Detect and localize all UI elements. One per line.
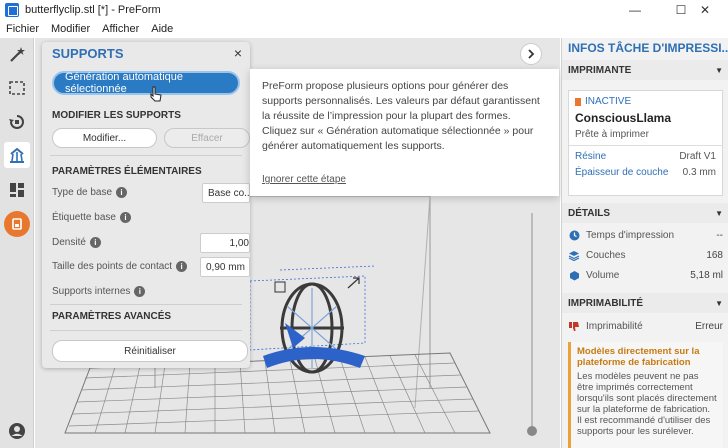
orient-icon[interactable] [4,109,30,135]
layers-label: Couches [586,249,626,261]
volume-value: 5,18 ml [690,269,723,281]
internal-supports-row: Supports internes i [52,286,146,297]
divider [569,145,722,146]
warning-box: Modèles directement sur la plateforme de… [568,342,723,448]
panel-title: SUPPORTS [52,46,124,61]
supports-icon[interactable] [4,142,30,168]
touchpoint-label: Taille des points de contact [52,261,173,272]
printer-status-label: INACTIVE [585,96,632,107]
account-icon[interactable] [4,418,30,444]
clock-icon [568,229,580,241]
close-button[interactable]: ✕ [682,0,728,20]
printability-label: Imprimabilité [586,320,643,332]
printer-name: ConsciousLlama [575,111,672,125]
density-input[interactable]: 1,00 [200,233,250,253]
status-dot-icon [575,97,581,106]
title-bar: butterflyclip.stl [*] - PreForm — ☐ ✕ [0,0,728,20]
layout-icon[interactable] [4,177,30,203]
erase-button[interactable]: Effacer [164,128,250,148]
info-icon[interactable]: i [119,212,131,223]
info-icon[interactable]: i [89,237,101,248]
layers-icon [568,249,580,261]
printer-status: INACTIVE [575,96,631,107]
base-type-row: Type de base i [52,187,128,198]
internal-supports-label: Supports internes [52,286,131,297]
chevron-down-icon: ▼ [715,298,723,308]
chevron-down-icon: ▼ [715,208,723,218]
close-panel-button[interactable]: × [234,45,242,61]
details-section-header[interactable]: DÉTAILS ▼ [562,203,728,223]
divider [50,330,242,331]
printer-section-header[interactable]: IMPRIMANTE ▼ [562,60,728,80]
auto-generation-button[interactable]: Génération automatique sélectionnée [52,71,240,95]
modify-button[interactable]: Modifier... [52,128,157,148]
base-label-row: Étiquette base i [52,212,131,223]
printability-section-label: IMPRIMABILITÉ [568,297,643,309]
base-type-select[interactable]: Base co... [202,183,250,203]
menu-file[interactable]: Fichier [6,23,39,35]
layer-thickness-label: Épaisseur de couche [575,167,669,178]
magic-wand-icon[interactable] [4,42,30,68]
chevron-right-icon[interactable] [520,43,542,65]
layer-thickness-value: 0.3 mm [682,167,716,178]
base-label-label: Étiquette base [52,212,116,223]
resin-value: Draft V1 [679,151,716,162]
menu-bar: Fichier Modifier Afficher Aide [0,20,728,38]
supports-panel: SUPPORTS × Génération automatique sélect… [42,42,250,368]
skip-step-link[interactable]: Ignorer cette étape [262,174,346,185]
window-title: butterflyclip.stl [*] - PreForm [25,4,161,16]
info-icon[interactable]: i [176,261,188,272]
guide-popover: PreForm propose plusieurs options pour g… [250,69,559,196]
print-time-value: -- [716,229,723,241]
hand-cursor-icon [150,86,162,102]
warning-title: Modèles directement sur la plateforme de… [577,346,700,368]
reset-button[interactable]: Réinitialiser [52,340,248,362]
divider [50,304,242,305]
info-icon[interactable]: i [134,286,146,297]
layers-value: 168 [706,249,723,261]
density-row: Densité i [52,237,101,248]
print-time-row: Temps d'impression -- [568,226,723,244]
touchpoint-row: Taille des points de contact i [52,261,188,272]
thumbs-down-icon [568,320,580,332]
printer-state: Prête à imprimer [575,129,649,140]
printability-section-header[interactable]: IMPRIMABILITÉ ▼ [562,293,728,313]
printability-value: Erreur [695,320,723,332]
job-info-panel: INFOS TÂCHE D'IMPRESSI... IMPRIMANTE ▼ IN… [561,38,728,448]
menu-view[interactable]: Afficher [102,23,139,35]
menu-edit[interactable]: Modifier [51,23,90,35]
job-info-title: INFOS TÂCHE D'IMPRESSI... [568,41,728,55]
preform-app-icon [5,3,19,17]
printer-section-label: IMPRIMANTE [568,64,632,76]
menu-help[interactable]: Aide [151,23,173,35]
select-icon[interactable] [4,75,30,101]
chevron-down-icon: ▼ [715,65,723,75]
modify-section-title: MODIFIER LES SUPPORTS [52,110,181,121]
details-section-label: DÉTAILS [568,207,611,219]
printer-icon[interactable] [4,211,30,237]
printer-card[interactable]: INACTIVE ConsciousLlama Prête à imprimer… [568,90,723,196]
volume-row: Volume 5,18 ml [568,266,723,284]
advanced-section-title[interactable]: PARAMÈTRES AVANCÉS [52,311,171,322]
minimize-button[interactable]: — [612,0,658,20]
volume-label: Volume [586,269,620,281]
touchpoint-input[interactable]: 0,90 mm [200,257,250,277]
print-time-label: Temps d'impression [586,229,675,241]
base-type-label: Type de base [52,187,113,198]
popover-text: PreForm propose plusieurs options pour g… [262,80,540,152]
resin-label: Résine [575,151,607,162]
volume-icon [568,269,580,281]
printability-row: Imprimabilité Erreur [568,317,723,335]
info-icon[interactable]: i [116,187,128,198]
left-toolbar [0,38,34,448]
density-label: Densité [52,237,86,248]
basic-section-title: PARAMÈTRES ÉLÉMENTAIRES [52,166,202,177]
warning-body: Les modèles peuvent ne pas être imprimés… [577,371,717,437]
divider [50,155,242,156]
layers-row: Couches 168 [568,246,723,264]
